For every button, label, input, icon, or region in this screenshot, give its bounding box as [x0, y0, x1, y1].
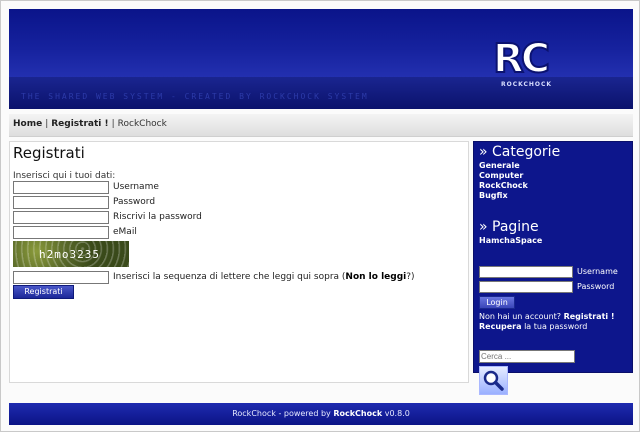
login-password-label: Password: [577, 282, 615, 291]
username-field[interactable]: [13, 181, 109, 194]
recover-line: Recupera la tua password: [479, 322, 587, 331]
recover-password-link[interactable]: Recupera: [479, 322, 522, 331]
username-label: Username: [113, 182, 159, 192]
search-button[interactable]: [479, 366, 508, 395]
categories-heading: » Categorie: [479, 144, 561, 160]
site-footer: RockChock - powered by RockChock v0.8.0: [9, 403, 633, 425]
pages-list: HamchaSpace: [479, 236, 542, 246]
breadcrumb-bar: Home | Registrati ! | RockChock: [9, 114, 633, 137]
login-button[interactable]: Login: [479, 296, 515, 309]
captcha-image: h2mo3235: [13, 241, 129, 267]
logo-mark: RC: [492, 36, 551, 82]
categories-list: Generale Computer RockChock Bugfix: [479, 161, 528, 201]
search-input[interactable]: [479, 350, 575, 363]
page-link-hamchaspace[interactable]: HamchaSpace: [479, 236, 542, 246]
recover-text: la tua password: [524, 322, 588, 331]
register-link[interactable]: Registrati !: [564, 312, 615, 321]
category-link-computer[interactable]: Computer: [479, 171, 528, 181]
breadcrumb-registrati-link[interactable]: Registrati !: [51, 119, 108, 129]
login-password-field[interactable]: [479, 281, 573, 293]
breadcrumb-current: RockChock: [117, 119, 167, 129]
intro-text: Inserisci qui i tuoi dati:: [13, 171, 116, 181]
site-header: THE SHARED WEB SYSTEM - CREATED BY ROCKC…: [9, 9, 633, 109]
page-frame: THE SHARED WEB SYSTEM - CREATED BY ROCKC…: [0, 0, 640, 432]
category-link-rockchock[interactable]: RockChock: [479, 181, 528, 191]
captcha-prompt-end: ?): [406, 272, 415, 282]
breadcrumb-separator: |: [111, 119, 115, 129]
email-field[interactable]: [13, 226, 109, 239]
category-link-generale[interactable]: Generale: [479, 161, 528, 171]
captcha-label: Inserisci la sequenza di lettere che leg…: [113, 272, 415, 282]
captcha-help-link[interactable]: Non lo leggi: [345, 272, 406, 282]
no-account-line: Non hai un account? Registrati !: [479, 312, 615, 321]
password-label: Password: [113, 197, 156, 207]
breadcrumb: Home | Registrati ! | RockChock: [13, 119, 167, 129]
repeat-password-field[interactable]: [13, 211, 109, 224]
breadcrumb-home-link[interactable]: Home: [13, 119, 42, 129]
captcha-field[interactable]: [13, 271, 109, 284]
no-account-text: Non hai un account?: [479, 312, 562, 321]
site-logo[interactable]: RC ROCKCHOCK: [492, 36, 565, 95]
captcha-prompt: Inserisci la sequenza di lettere che leg…: [113, 272, 346, 282]
logo-brand: ROCKCHOCK: [501, 81, 553, 88]
repeat-password-label: Riscrivi la password: [113, 212, 202, 222]
page-title: Registrati: [13, 144, 85, 162]
footer-version: v0.8.0: [384, 409, 410, 418]
captcha-text: h2mo3235: [39, 248, 100, 261]
login-username-field[interactable]: [479, 266, 573, 278]
pages-heading: » Pagine: [479, 219, 539, 235]
registration-panel: Registrati Inserisci qui i tuoi dati: Us…: [9, 141, 469, 383]
email-label: eMail: [113, 227, 137, 237]
sidebar: » Categorie Generale Computer RockChock …: [473, 141, 633, 395]
category-link-bugfix[interactable]: Bugfix: [479, 191, 528, 201]
password-field[interactable]: [13, 196, 109, 209]
footer-powered-by: RockChock - powered by: [232, 409, 331, 418]
footer-brand-link[interactable]: RockChock: [333, 409, 382, 418]
register-button[interactable]: Registrati: [13, 285, 74, 299]
breadcrumb-separator: |: [45, 119, 49, 129]
footer-text: RockChock - powered by RockChock v0.8.0: [9, 409, 633, 418]
header-tagline: THE SHARED WEB SYSTEM - CREATED BY ROCKC…: [21, 92, 369, 101]
login-username-label: Username: [577, 267, 618, 276]
magnifier-icon: [483, 370, 504, 391]
